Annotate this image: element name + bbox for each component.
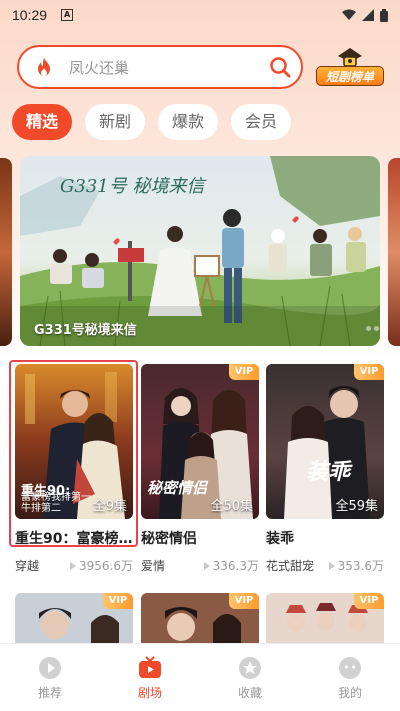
tab-new[interactable]: 新剧	[85, 104, 145, 140]
drama-ranking-button[interactable]: 短剧榜单	[316, 46, 384, 88]
vip-badge: VIP	[229, 364, 259, 380]
banner-caption: G331号秘境来信	[34, 323, 137, 338]
notification-icon: A	[61, 9, 74, 21]
carousel-indicator	[366, 326, 380, 331]
nav-favorites[interactable]: 收藏	[200, 644, 300, 711]
vip-badge: VIP	[229, 593, 259, 609]
episode-count: 全50集	[210, 499, 253, 514]
status-bar: 10:29 A	[0, 0, 400, 30]
search-icon[interactable]	[269, 56, 291, 78]
wifi-icon	[342, 9, 356, 20]
star-icon	[239, 657, 261, 679]
nav-label: 我的	[337, 686, 362, 700]
play-circle-icon	[39, 657, 61, 679]
face-icon	[339, 657, 361, 679]
nav-profile[interactable]: 我的	[300, 644, 400, 711]
banner-prev-peek[interactable]	[0, 158, 12, 346]
carousel-dot	[366, 326, 371, 331]
vip-badge: VIP	[354, 593, 384, 609]
drama-meta: 花式甜宠 353.6万	[266, 557, 384, 574]
banner-poster-title: G331号 秘境来信	[60, 176, 207, 197]
drama-genre: 穿越	[15, 559, 40, 573]
drama-poster: VIP	[266, 593, 384, 643]
drama-poster: VIP	[141, 593, 259, 643]
banner-image: G331号 秘境来信	[20, 156, 380, 346]
search-bar[interactable]: 凤火还巢	[17, 45, 303, 89]
drama-title: 装乖	[266, 531, 294, 547]
drama-poster: 秘密情侣 VIP 全50集	[141, 364, 259, 519]
view-count: 3956.6万	[70, 557, 133, 574]
category-tabs: 精选 新剧 爆款 会员	[12, 104, 291, 140]
drama-poster: VIP	[15, 593, 133, 643]
view-count-value: 336.3万	[212, 559, 259, 573]
tv-icon	[139, 656, 161, 678]
nav-label: 推荐	[37, 686, 62, 700]
nav-theater[interactable]: 剧场	[100, 644, 200, 711]
drama-meta: 爱情 336.3万	[141, 557, 259, 574]
play-count-icon	[203, 561, 210, 570]
nav-label: 剧场	[137, 686, 162, 700]
nav-label: 收藏	[237, 686, 262, 700]
drama-title: 秘密情侣	[141, 531, 197, 547]
drama-poster: 装乖 VIP 全59集	[266, 364, 384, 519]
ranking-label: 短剧榜单	[316, 66, 384, 86]
vip-badge: VIP	[354, 364, 384, 380]
vip-badge: VIP	[103, 593, 133, 609]
tab-member[interactable]: 会员	[231, 104, 291, 140]
tab-featured[interactable]: 精选	[12, 104, 72, 140]
banner-next-peek[interactable]	[388, 158, 400, 346]
poster-overlay-title: 秘密情侣	[147, 479, 208, 497]
poster-overlay-title: 装乖	[306, 459, 351, 485]
view-count-value: 353.6万	[337, 559, 384, 573]
banner-carousel[interactable]: G331号 秘境来信 G331号秘境来信	[20, 156, 380, 346]
battery-icon	[380, 8, 388, 22]
status-time: 10:29	[12, 7, 48, 23]
tab-hot[interactable]: 爆款	[158, 104, 218, 140]
drama-genre: 花式甜宠	[266, 559, 315, 573]
nav-recommend[interactable]: 推荐	[0, 644, 100, 711]
drama-genre: 爱情	[141, 559, 166, 573]
status-icons	[342, 8, 388, 22]
play-count-icon	[328, 561, 335, 570]
crown-hat-icon	[338, 48, 362, 67]
drama-meta: 穿越 3956.6万	[15, 557, 133, 574]
episode-count: 全59集	[335, 499, 378, 514]
selection-highlight	[9, 360, 138, 547]
flame-icon	[38, 58, 50, 76]
view-count-value: 3956.6万	[79, 559, 133, 573]
view-count: 336.3万	[203, 557, 259, 574]
carousel-dot	[374, 326, 379, 331]
search-input[interactable]: 凤火还巢	[69, 57, 269, 78]
bottom-navigation: 推荐 剧场 收藏 我的	[0, 643, 400, 711]
play-count-icon	[70, 561, 76, 570]
view-count: 353.6万	[328, 557, 384, 574]
signal-icon	[362, 9, 374, 21]
